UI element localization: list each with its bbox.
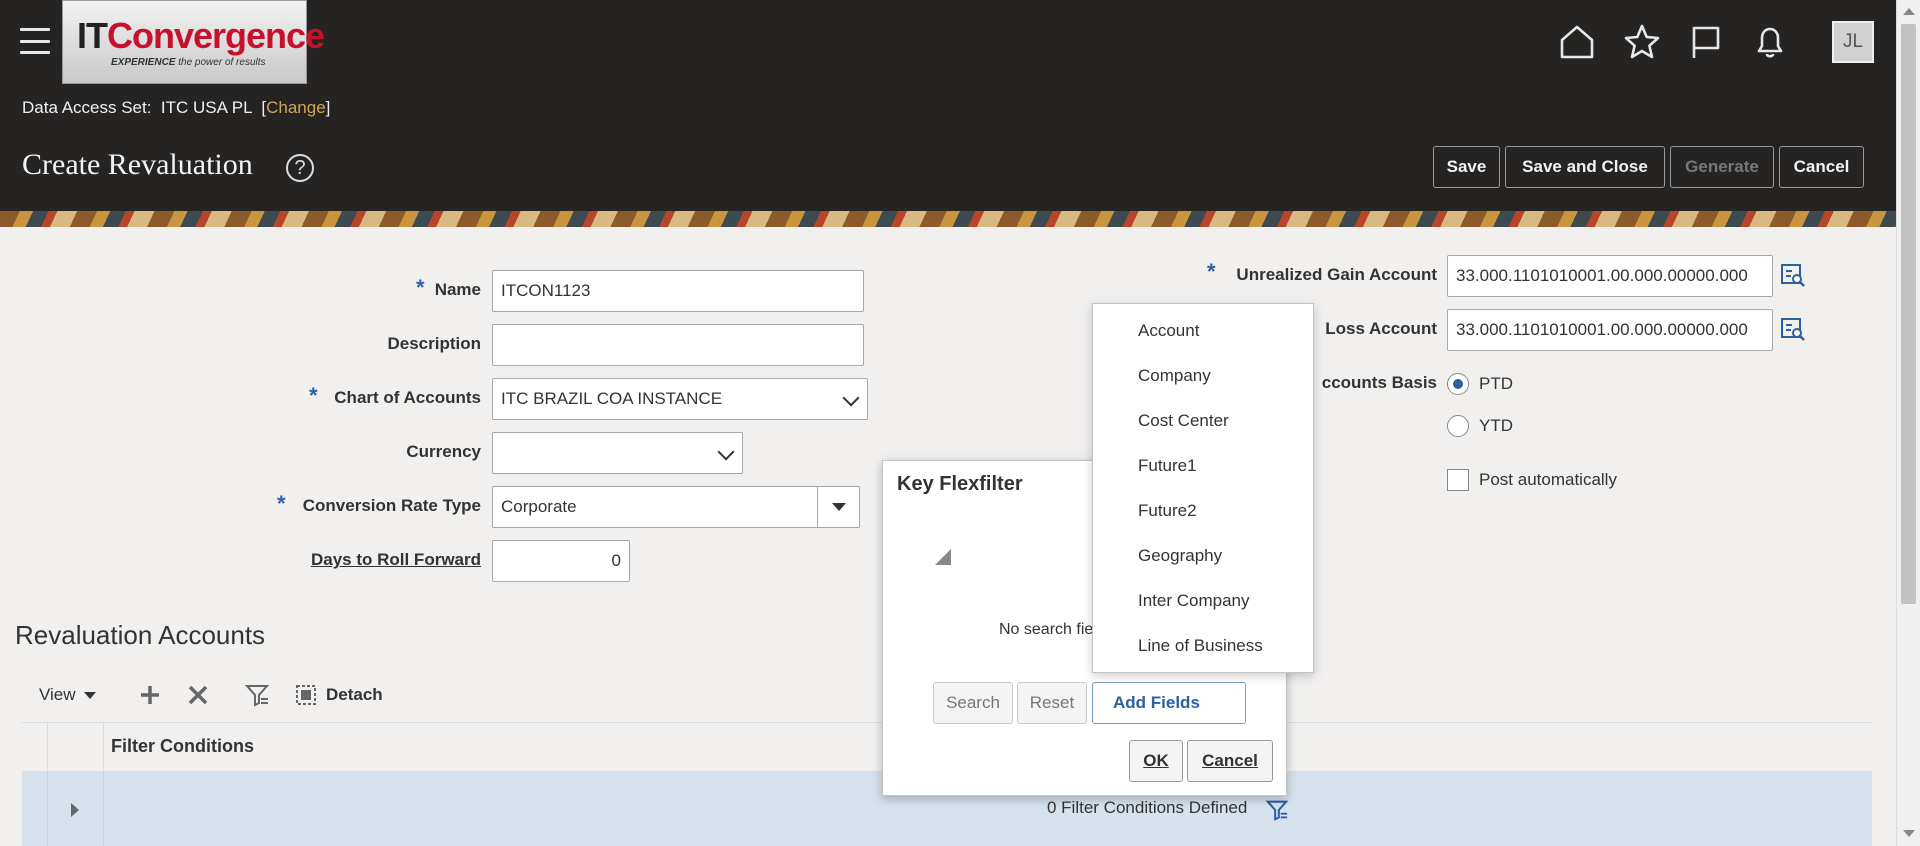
app-header: ITConvergence EXPERIENCE the power of re… <box>0 0 1896 211</box>
decorative-banner-strip <box>0 211 1896 227</box>
data-access-set: Data Access Set: ITC USA PL [Change] <box>22 98 331 117</box>
ytd-radio[interactable] <box>1447 415 1469 437</box>
account-lookup-icon[interactable] <box>1780 317 1806 343</box>
chevron-down-icon <box>842 389 860 407</box>
conversion-rate-type-value: Corporate <box>501 497 577 516</box>
revaluation-accounts-title: Revaluation Accounts <box>15 620 266 650</box>
logo-tagline-bold: EXPERIENCE <box>111 57 176 68</box>
ytd-label: YTD <box>1479 416 1513 435</box>
hamburger-menu-icon[interactable] <box>20 28 50 54</box>
name-label: Name <box>434 280 481 299</box>
page-title: Create Revaluation <box>22 148 253 181</box>
logo-tagline-rest: the power of results <box>175 57 266 68</box>
menu-item-inter-company[interactable]: Inter Company <box>1138 591 1250 611</box>
required-indicator: * <box>277 491 286 516</box>
dialog-title: Key Flexfilter <box>897 473 1023 495</box>
detach-icon <box>296 685 316 705</box>
conversion-rate-type-select[interactable]: Corporate <box>492 486 860 528</box>
menu-item-line-of-business[interactable]: Line of Business <box>1138 636 1263 656</box>
chart-of-accounts-select[interactable]: ITC BRAZIL COA INSTANCE <box>492 378 868 420</box>
page-scrollbar[interactable] <box>1896 0 1920 846</box>
scrollbar-thumb[interactable] <box>1901 24 1916 604</box>
filter-conditions-count: 0 Filter Conditions Defined <box>1047 798 1248 817</box>
generate-button[interactable]: Generate <box>1670 146 1774 188</box>
name-input[interactable]: ITCON1123 <box>492 270 864 312</box>
favorites-star-icon[interactable] <box>1622 22 1662 62</box>
ok-button[interactable]: OK <box>1129 740 1183 782</box>
dialog-cancel-button[interactable]: Cancel <box>1187 740 1273 782</box>
logo-it-text: IT <box>77 15 108 56</box>
search-button[interactable]: Search <box>933 682 1013 724</box>
post-automatically-checkbox[interactable] <box>1447 469 1469 491</box>
post-automatically-label: Post automatically <box>1479 470 1617 489</box>
menu-item-company[interactable]: Company <box>1138 366 1211 386</box>
unrealized-gain-account-label: Unrealized Gain Account <box>1236 265 1437 284</box>
edit-filter-icon[interactable] <box>1265 798 1289 822</box>
company-logo[interactable]: ITConvergence EXPERIENCE the power of re… <box>62 0 325 84</box>
view-menu-label: View <box>39 685 76 704</box>
collapse-triangle-icon[interactable] <box>935 549 951 565</box>
change-data-access-link[interactable]: Change <box>266 98 326 117</box>
detach-label: Detach <box>326 685 383 704</box>
cancel-button[interactable]: Cancel <box>1779 146 1864 188</box>
conversion-rate-type-label: Conversion Rate Type <box>302 496 481 515</box>
user-avatar[interactable]: JL <box>1832 21 1874 63</box>
menu-item-account[interactable]: Account <box>1138 321 1199 341</box>
days-to-roll-forward-input[interactable]: 0 <box>492 540 630 582</box>
add-fields-button[interactable]: Add Fields <box>1092 682 1246 724</box>
description-input[interactable] <box>492 324 864 366</box>
menu-item-future2[interactable]: Future2 <box>1138 501 1197 521</box>
unrealized-gain-account-input[interactable]: 33.000.1101010001.00.000.00000.000 <box>1447 255 1773 297</box>
save-and-close-button[interactable]: Save and Close <box>1505 146 1665 188</box>
no-search-fields-text: No search fie <box>999 621 1094 638</box>
filter-conditions-column-header[interactable]: Filter Conditions <box>111 736 254 757</box>
filter-icon[interactable] <box>244 676 270 714</box>
description-label: Description <box>387 334 481 353</box>
chart-of-accounts-value: ITC BRAZIL COA INSTANCE <box>501 389 723 408</box>
home-icon[interactable] <box>1557 22 1597 62</box>
menu-item-cost-center[interactable]: Cost Center <box>1138 411 1229 431</box>
detach-button[interactable]: Detach <box>294 676 383 714</box>
expand-row-icon[interactable] <box>71 803 79 817</box>
logo-convergence-text: Convergence <box>107 15 325 56</box>
menu-item-future1[interactable]: Future1 <box>1138 456 1197 476</box>
currency-label: Currency <box>406 442 481 461</box>
scroll-up-arrow-icon[interactable] <box>1903 8 1915 15</box>
scroll-down-arrow-icon[interactable] <box>1903 830 1915 837</box>
account-lookup-icon[interactable] <box>1780 263 1806 289</box>
ptd-radio[interactable] <box>1447 373 1469 395</box>
add-row-icon[interactable] <box>138 676 162 714</box>
chevron-down-icon <box>717 443 735 461</box>
currency-select[interactable] <box>492 432 743 474</box>
unrealized-loss-account-input[interactable]: 33.000.1101010001.00.000.00000.000 <box>1447 309 1773 351</box>
days-to-roll-forward-label[interactable]: Days to Roll Forward <box>290 550 481 570</box>
menu-item-geography[interactable]: Geography <box>1138 546 1222 566</box>
view-menu[interactable]: View <box>39 676 96 714</box>
delete-row-icon[interactable] <box>186 676 210 714</box>
notifications-bell-icon[interactable] <box>1750 22 1790 62</box>
data-access-set-label: Data Access Set: <box>22 98 152 117</box>
dropdown-arrow-icon[interactable] <box>817 487 859 527</box>
ptd-label: PTD <box>1479 374 1513 393</box>
add-fields-menu: Account Company Cost Center Future1 Futu… <box>1092 303 1314 673</box>
save-button[interactable]: Save <box>1433 146 1500 188</box>
flag-icon[interactable] <box>1686 22 1726 62</box>
data-access-set-value: ITC USA PL <box>160 98 252 117</box>
caret-down-icon <box>83 691 96 699</box>
reset-button[interactable]: Reset <box>1017 682 1087 724</box>
chart-of-accounts-label: Chart of Accounts <box>334 388 481 407</box>
help-icon[interactable]: ? <box>286 154 314 182</box>
